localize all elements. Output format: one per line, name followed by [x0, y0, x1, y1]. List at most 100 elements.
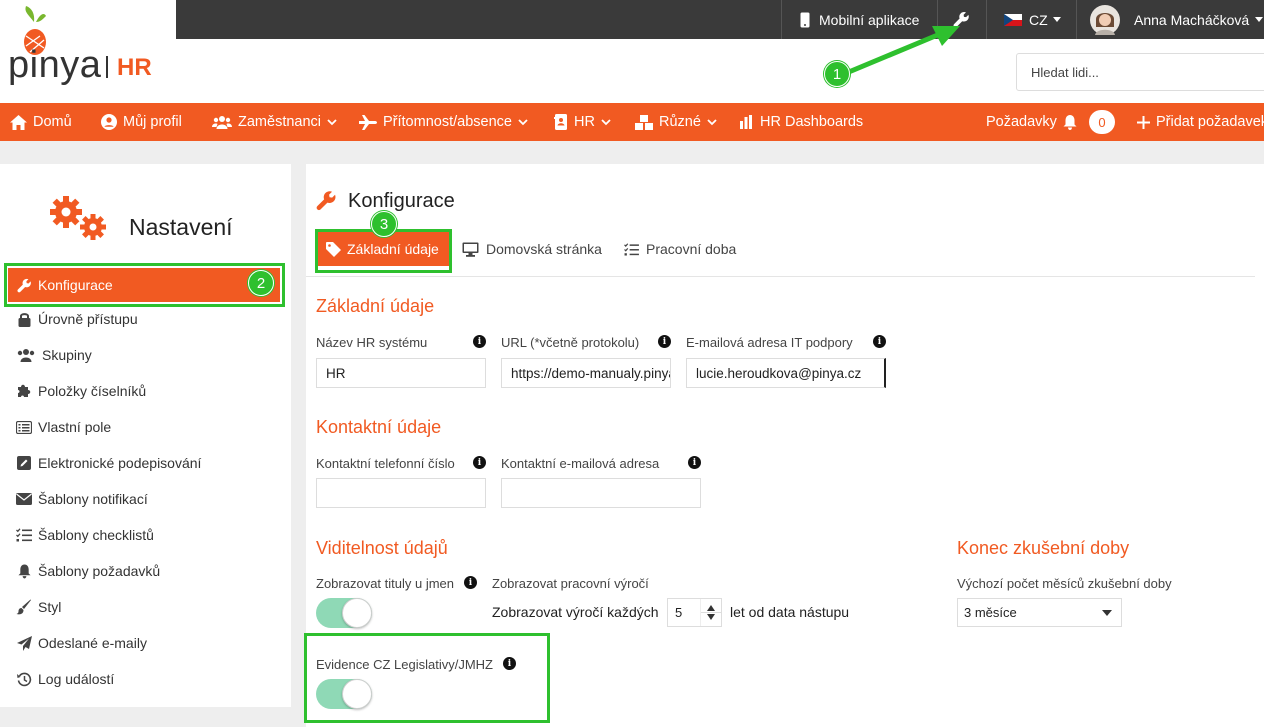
sidebar-item-label: Položky číselníků: [38, 383, 147, 399]
sidebar-item-label: Styl: [38, 599, 62, 615]
sidebar-item-label: Log událostí: [38, 671, 115, 687]
probation-months-value: 3 měsíce: [964, 605, 1017, 620]
decrement-icon[interactable]: [707, 614, 715, 620]
divider: [1076, 0, 1077, 39]
monitor-icon: [462, 242, 479, 257]
contact-email-label: Kontaktní e-mailová adresa: [501, 456, 660, 471]
sidebar-item-label: Šablony notifikací: [38, 491, 148, 507]
chevron-down-icon: [518, 118, 528, 125]
plane-icon: [359, 114, 377, 130]
bar-chart-icon: [740, 115, 752, 129]
show-titles-label: Zobrazovat tituly u jmen: [316, 576, 455, 591]
nav-profile[interactable]: Můj profil: [101, 103, 182, 141]
main-nav: Domů Můj profil Zaměstnanci Přítomnost/a…: [0, 103, 1264, 141]
hr-name-input[interactable]: HR: [316, 358, 486, 388]
checklist-icon: [16, 528, 32, 542]
language-selector[interactable]: CZ: [1004, 0, 1061, 39]
nav-home-label: Domů: [33, 114, 72, 130]
nav-employees[interactable]: Zaměstnanci: [212, 103, 343, 141]
nav-attendance[interactable]: Přítomnost/absence: [359, 103, 534, 141]
hr-name-label: Název HR systému: [316, 335, 428, 350]
add-request-button[interactable]: Přidat požadavek: [1137, 103, 1264, 141]
nav-hr-label: HR: [574, 114, 595, 130]
chevron-down-icon: [601, 118, 611, 125]
sidebar-item-custom-fields[interactable]: Vlastní pole: [16, 409, 111, 445]
tab-homepage[interactable]: Domovská stránka: [462, 230, 602, 268]
nav-dashboards[interactable]: HR Dashboards: [740, 103, 863, 141]
nav-requests[interactable]: Požadavky 0: [986, 103, 1115, 141]
show-titles-toggle[interactable]: [316, 598, 372, 628]
highlight-box-2: [4, 263, 285, 307]
gears-icon: [50, 196, 106, 240]
anniversary-years-value: 5: [675, 605, 683, 620]
user-circle-icon: [101, 114, 117, 130]
logo[interactable]: pinya HR: [0, 0, 176, 103]
sidebar-item-request-templates[interactable]: Šablony požadavků: [16, 553, 160, 589]
chevron-down-icon: [707, 118, 717, 125]
sidebar-item-groups[interactable]: Skupiny: [16, 337, 92, 373]
increment-icon[interactable]: [707, 605, 715, 611]
cubes-icon: [635, 114, 653, 130]
anniversary-label: Zobrazovat pracovní výročí: [492, 576, 649, 591]
info-icon[interactable]: i: [658, 335, 671, 348]
info-icon[interactable]: i: [473, 456, 486, 469]
sidebar-item-label: Úrovně přístupu: [38, 311, 138, 327]
nav-hr[interactable]: HR: [554, 103, 617, 141]
brush-icon: [16, 599, 31, 615]
tabs-divider: [306, 276, 1255, 277]
sidebar-item-event-log[interactable]: Log událostí: [16, 661, 114, 697]
sidebar-item-sent-emails[interactable]: Odeslané e-maily: [16, 625, 147, 661]
info-icon[interactable]: i: [473, 335, 486, 348]
search-input[interactable]: [1016, 53, 1264, 91]
probation-months-select[interactable]: 3 měsíce: [957, 598, 1122, 627]
nav-profile-label: Můj profil: [123, 114, 182, 130]
id-card-icon: [554, 114, 567, 130]
wrench-icon: [316, 191, 336, 211]
nav-dashboards-label: HR Dashboards: [760, 114, 864, 130]
contact-email-input[interactable]: [501, 478, 701, 508]
step-badge-2: 2: [248, 270, 274, 296]
logo-divider: [106, 56, 108, 78]
tab-label: Domovská stránka: [486, 241, 602, 257]
user-menu[interactable]: Anna Macháčková: [1090, 0, 1264, 39]
phone-input[interactable]: [316, 478, 486, 508]
sidebar-item-codebook-items[interactable]: Položky číselníků: [16, 373, 146, 409]
paper-plane-icon: [16, 635, 32, 651]
czech-flag-icon: [1004, 13, 1022, 26]
sidebar-item-checklist-templates[interactable]: Šablony checklistů: [16, 517, 154, 553]
info-icon[interactable]: i: [873, 335, 886, 348]
section-title-visibility: Viditelnost údajů: [316, 538, 448, 558]
lock-icon: [18, 312, 30, 327]
home-icon: [10, 114, 27, 130]
sidebar-item-notification-templates[interactable]: Šablony notifikací: [16, 481, 148, 517]
it-email-label: E-mailová adresa IT podpory: [686, 335, 853, 350]
divider: [986, 0, 987, 39]
list-icon: [16, 420, 32, 434]
tab-working-hours[interactable]: Pracovní doba: [624, 230, 736, 268]
nav-requests-label: Požadavky: [986, 114, 1057, 130]
step-badge-3: 3: [371, 211, 397, 237]
url-label: URL (*včetně protokolu): [501, 335, 640, 350]
nav-misc[interactable]: Různé: [635, 103, 723, 141]
divider: [781, 0, 782, 39]
sidebar-item-label: Skupiny: [42, 347, 92, 363]
section-title-basic: Základní údaje: [316, 296, 435, 316]
sidebar-item-e-signing[interactable]: Elektronické podepisování: [16, 445, 201, 481]
it-email-input[interactable]: lucie.heroudkova@pinya.cz: [686, 358, 886, 388]
users-icon: [17, 349, 35, 362]
sidebar-item-style[interactable]: Styl: [16, 589, 61, 625]
mobile-icon: [800, 12, 810, 27]
url-input[interactable]: https://demo-manualy.pinya.cz: [501, 358, 671, 388]
info-icon[interactable]: i: [688, 456, 701, 469]
sidebar-item-label: Elektronické podepisování: [38, 455, 202, 471]
step-badge-1: 1: [824, 61, 850, 87]
info-icon[interactable]: i: [464, 576, 477, 589]
nav-attendance-label: Přítomnost/absence: [383, 114, 512, 130]
user-name: Anna Macháčková: [1134, 11, 1250, 28]
anniversary-years-stepper[interactable]: 5: [667, 598, 722, 627]
logo-brand: pinya: [8, 44, 102, 86]
nav-home[interactable]: Domů: [10, 103, 72, 141]
checklist-icon: [624, 242, 639, 256]
bell-icon: [17, 564, 31, 578]
users-icon: [212, 116, 232, 129]
